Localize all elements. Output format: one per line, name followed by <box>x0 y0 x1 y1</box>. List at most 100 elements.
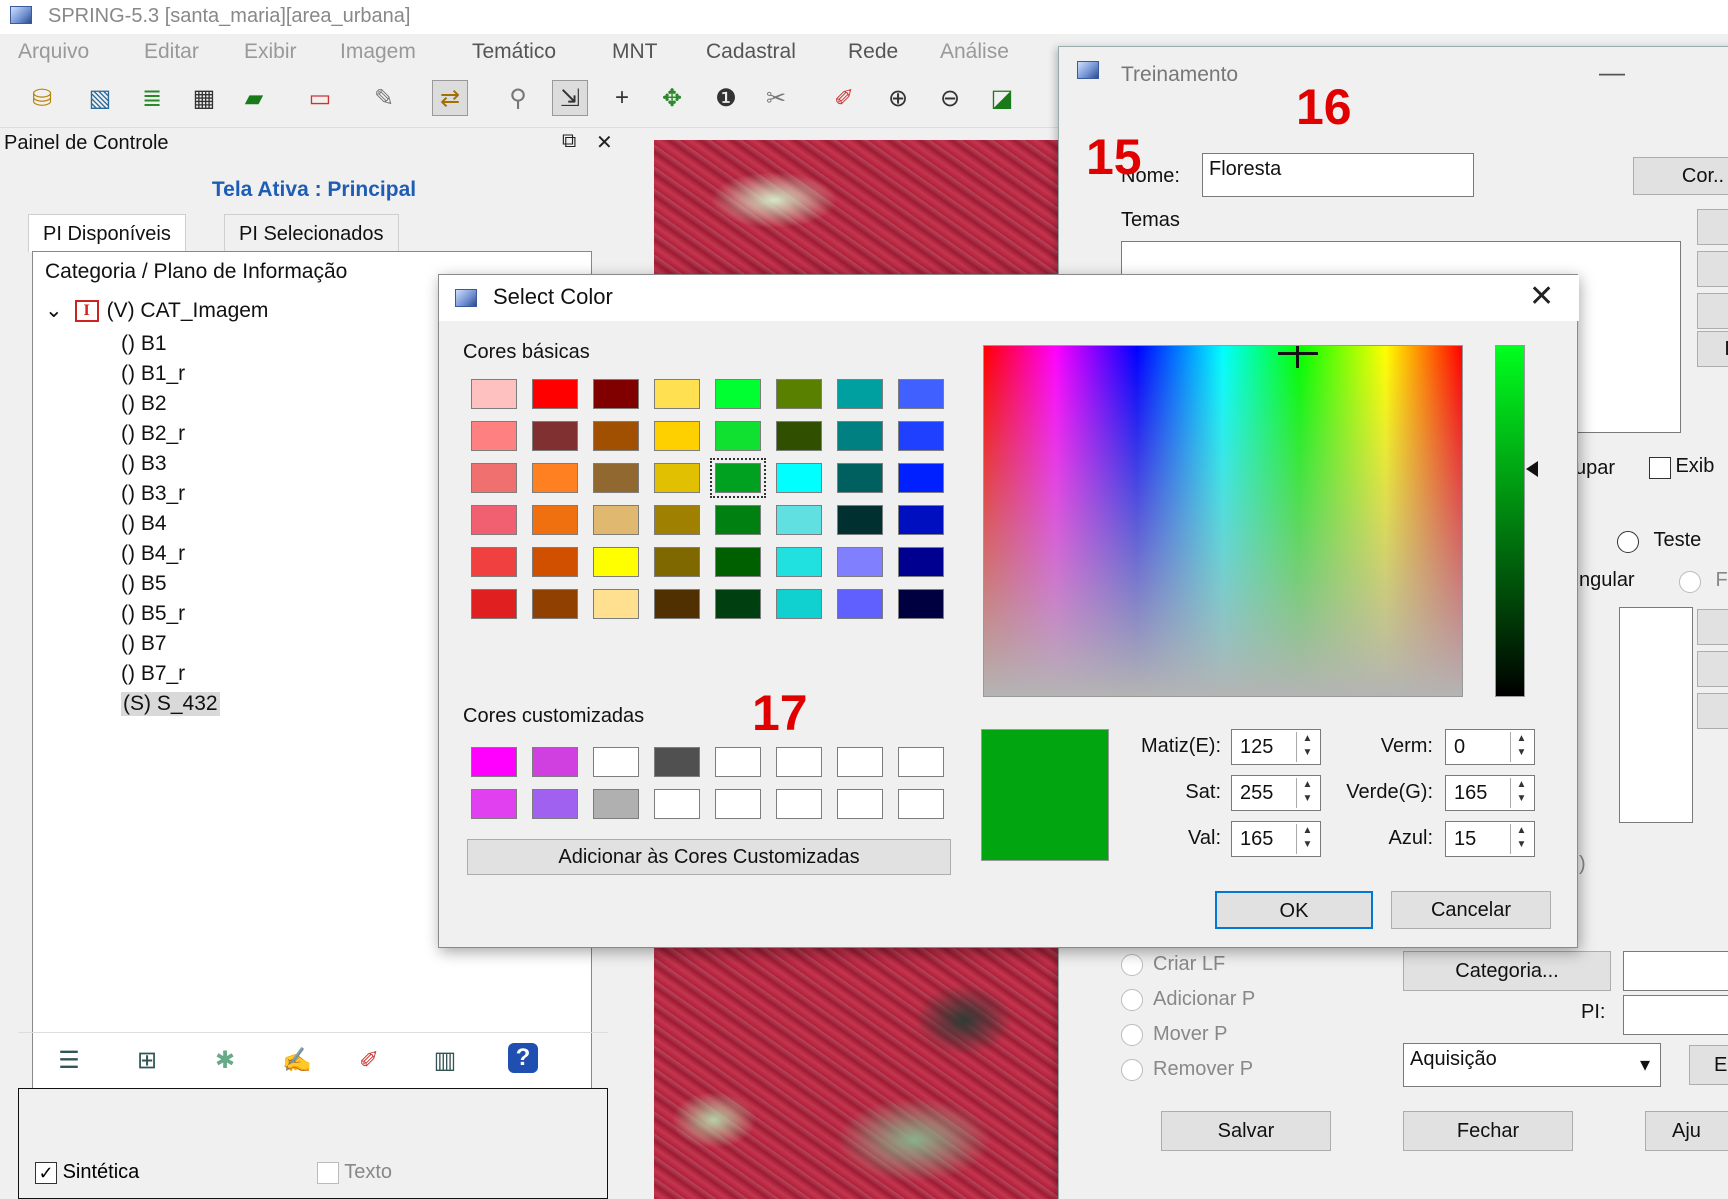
acquisition-select[interactable]: Aquisição ▾ <box>1403 1043 1661 1087</box>
columns-icon[interactable]: ▥ <box>428 1043 462 1077</box>
sintetica-checkbox[interactable]: ✓ <box>35 1161 57 1184</box>
layers-icon[interactable]: ≣ <box>134 80 170 116</box>
hue-spinbox[interactable]: 125 ▲ ▼ <box>1231 729 1321 765</box>
layer-item[interactable]: () B4_r <box>121 542 185 566</box>
color-button[interactable]: Cor.. <box>1633 157 1728 195</box>
basic-color-swatch[interactable] <box>715 589 761 619</box>
pencil-icon[interactable]: ✐ <box>352 1043 386 1077</box>
crosshair-icon[interactable]: + <box>604 80 640 116</box>
adjust-button[interactable]: Aju <box>1645 1111 1728 1151</box>
side-button-6[interactable] <box>1697 651 1728 687</box>
zoom-area-icon[interactable]: ◪ <box>984 80 1020 116</box>
basic-color-swatch[interactable] <box>654 589 700 619</box>
teste-radio[interactable] <box>1617 530 1639 553</box>
samples-list[interactable] <box>1619 607 1693 823</box>
polygon-icon[interactable]: ▰ <box>236 80 272 116</box>
menu-arquivo[interactable]: Arquivo <box>18 40 89 64</box>
value-slider[interactable] <box>1495 345 1525 697</box>
basic-color-swatch[interactable] <box>837 589 883 619</box>
basic-color-swatch[interactable] <box>532 505 578 535</box>
side-button-3[interactable] <box>1697 293 1728 329</box>
basic-color-swatch[interactable] <box>593 589 639 619</box>
edit-icon[interactable]: ✍ <box>280 1043 314 1077</box>
spin-arrows-icon[interactable]: ▲ ▼ <box>1296 778 1318 808</box>
style-icon[interactable]: ✱ <box>208 1043 242 1077</box>
basic-color-swatch[interactable] <box>654 505 700 535</box>
layer-item[interactable]: () B2 <box>121 392 167 416</box>
spin-arrows-icon[interactable]: ▲ ▼ <box>1510 778 1532 808</box>
name-input[interactable]: Floresta <box>1202 153 1474 197</box>
basic-color-swatch[interactable] <box>715 547 761 577</box>
layer-item[interactable]: () B7 <box>121 632 167 656</box>
sample-mode-option[interactable]: Criar LF <box>1121 953 1225 976</box>
basic-color-swatch[interactable] <box>593 463 639 493</box>
basic-color-swatch[interactable] <box>776 421 822 451</box>
custom-color-swatch[interactable] <box>471 789 517 819</box>
category-row[interactable]: ⌄ I (V) CAT_Imagem <box>45 298 268 323</box>
basic-color-swatch[interactable] <box>776 589 822 619</box>
menu-editar[interactable]: Editar <box>144 40 199 64</box>
menu-tematico[interactable]: Temático <box>472 40 556 64</box>
basic-color-swatch[interactable] <box>898 589 944 619</box>
basic-color-swatch[interactable] <box>837 505 883 535</box>
layer-item[interactable]: () B2_r <box>121 422 185 446</box>
table-icon[interactable]: ⊞ <box>130 1043 164 1077</box>
layer-item[interactable]: () B1 <box>121 332 167 356</box>
custom-color-swatch[interactable] <box>776 747 822 777</box>
categoria-button[interactable]: Categoria... <box>1403 951 1611 991</box>
basic-color-swatch[interactable] <box>837 379 883 409</box>
sample-mode-option[interactable]: Remover P <box>1121 1058 1253 1081</box>
spin-arrows-icon[interactable]: ▲ ▼ <box>1510 732 1532 762</box>
custom-color-swatch[interactable] <box>837 747 883 777</box>
zoom-in-icon[interactable]: ⊕ <box>880 80 916 116</box>
spin-arrows-icon[interactable]: ▲ ▼ <box>1510 824 1532 854</box>
hue-saturation-picker[interactable] <box>983 345 1463 697</box>
sat-spinbox[interactable]: 255 ▲ ▼ <box>1231 775 1321 811</box>
basic-color-swatch[interactable] <box>654 421 700 451</box>
basic-color-swatch[interactable] <box>776 379 822 409</box>
sample-mode-option[interactable]: Mover P <box>1121 1023 1227 1046</box>
sample-mode-radio[interactable] <box>1121 1058 1143 1081</box>
custom-color-swatch[interactable] <box>715 747 761 777</box>
tab-pi-selecionados[interactable]: PI Selecionados <box>224 214 399 252</box>
menu-imagem[interactable]: Imagem <box>340 40 416 64</box>
green-spinbox[interactable]: 165 ▲ ▼ <box>1445 775 1535 811</box>
basic-color-swatch[interactable] <box>654 379 700 409</box>
val-spinbox[interactable]: 165 ▲ ▼ <box>1231 821 1321 857</box>
basic-color-swatch[interactable] <box>532 547 578 577</box>
link-icon[interactable]: ⇄ <box>432 80 468 116</box>
menu-analise[interactable]: Análise <box>940 40 1009 64</box>
save-button[interactable]: Salvar <box>1161 1111 1331 1151</box>
select-icon[interactable]: ⇲ <box>552 80 588 116</box>
sample-mode-option[interactable]: Adicionar P <box>1121 988 1255 1011</box>
measure-icon[interactable]: ✂ <box>758 80 794 116</box>
pi-input[interactable] <box>1623 995 1728 1035</box>
custom-color-swatch[interactable] <box>654 789 700 819</box>
menu-rede[interactable]: Rede <box>848 40 898 64</box>
custom-color-swatch[interactable] <box>532 789 578 819</box>
f-option[interactable]: F <box>1679 569 1728 593</box>
custom-color-swatch[interactable] <box>471 747 517 777</box>
draw-icon[interactable]: ✐ <box>826 80 862 116</box>
menu-mnt[interactable]: MNT <box>612 40 658 64</box>
basic-color-swatch[interactable] <box>532 589 578 619</box>
basic-color-swatch[interactable] <box>471 463 517 493</box>
cancel-button[interactable]: Cancelar <box>1391 891 1551 929</box>
custom-color-swatch[interactable] <box>654 747 700 777</box>
custom-color-swatch[interactable] <box>593 747 639 777</box>
e-button[interactable]: E <box>1689 1045 1728 1085</box>
side-button-4[interactable]: I <box>1697 331 1728 367</box>
ok-button[interactable]: OK <box>1215 891 1373 929</box>
basic-color-swatch[interactable] <box>593 505 639 535</box>
custom-color-swatch[interactable] <box>898 789 944 819</box>
basic-color-swatch[interactable] <box>776 505 822 535</box>
custom-color-swatch[interactable] <box>776 789 822 819</box>
sample-mode-radio[interactable] <box>1121 988 1143 1011</box>
basic-color-swatch[interactable] <box>593 379 639 409</box>
basic-color-swatch[interactable] <box>898 505 944 535</box>
zoom-out-icon[interactable]: ⊖ <box>932 80 968 116</box>
basic-color-swatch[interactable] <box>532 379 578 409</box>
basic-color-swatch[interactable] <box>715 505 761 535</box>
image-icon[interactable]: ▧ <box>82 80 118 116</box>
side-button-7[interactable] <box>1697 693 1728 729</box>
